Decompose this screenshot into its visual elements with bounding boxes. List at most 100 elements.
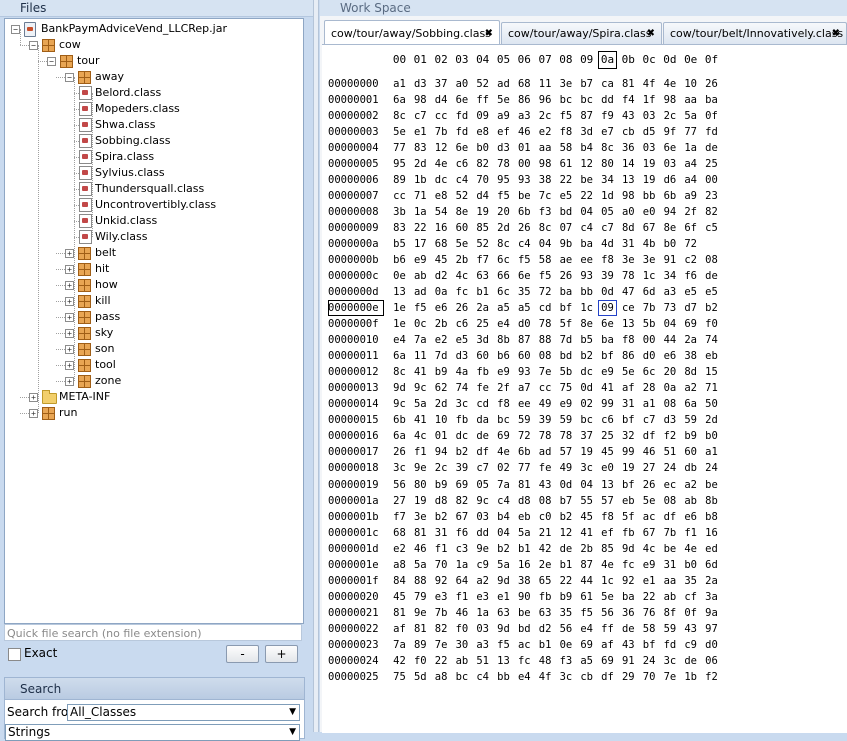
hex-byte-cell[interactable]: c5 [702,220,721,236]
search-type-select[interactable]: Strings ▼ [5,724,300,741]
hex-byte-cell[interactable]: f8 [619,332,638,348]
hex-byte-cell[interactable]: 77 [390,140,409,156]
hex-byte-cell[interactable]: 74 [452,380,471,396]
hex-byte-cell[interactable]: eb [515,509,534,525]
hex-byte-cell[interactable]: 58 [536,252,555,268]
hex-byte-cell[interactable]: e6 [432,300,451,316]
hex-byte-cell[interactable]: 99 [619,444,638,460]
hex-byte-cell[interactable]: b9 [432,364,451,380]
hex-byte-cell[interactable]: 90 [515,589,534,605]
hex-byte-cell[interactable]: 4e [681,541,700,557]
hex-byte-cell[interactable]: 6e [452,140,471,156]
hex-byte-cell[interactable]: 81 [411,621,430,637]
hex-byte-cell[interactable]: b4 [494,509,513,525]
hex-byte-cell[interactable]: d4 [473,188,492,204]
expand-button[interactable]: + [265,645,298,663]
hex-byte-cell[interactable]: 25 [598,428,617,444]
hex-byte-cell[interactable]: e4 [494,316,513,332]
hex-byte-cell[interactable]: 69 [577,637,596,653]
hex-byte-cell[interactable]: 82 [452,493,471,509]
hex-byte-cell[interactable]: bd [556,348,575,364]
hex-byte-cell[interactable]: 6d [702,557,721,573]
hex-byte-cell[interactable]: 61 [556,156,575,172]
hex-byte-cell[interactable]: 75 [556,380,575,396]
hex-byte-cell[interactable]: ad [536,444,555,460]
hex-byte-cell[interactable]: 1b [681,669,700,685]
hex-byte-cell[interactable]: b6 [390,252,409,268]
hex-byte-cell[interactable]: b2 [432,509,451,525]
expand-toggle-icon[interactable]: + [65,361,74,370]
hex-byte-cell[interactable]: 9d [390,380,409,396]
hex-byte-cell[interactable]: bf [640,637,659,653]
hex-byte-cell[interactable]: 5b [556,364,575,380]
exact-checkbox[interactable] [8,648,21,661]
hex-byte-cell[interactable]: de [681,653,700,669]
hex-byte-cell[interactable]: 2c [536,108,555,124]
hex-byte-cell[interactable]: 59 [515,412,534,428]
tree-item-away[interactable]: − away [5,69,301,85]
tree-item-tool[interactable]: + tool [5,357,301,373]
hex-byte-cell[interactable]: 87 [577,108,596,124]
hex-byte-cell[interactable]: 6d [640,284,659,300]
hex-byte-cell[interactable]: 35 [681,573,700,589]
hex-byte-cell[interactable]: da [473,412,492,428]
hex-byte-cell[interactable]: 10 [681,76,700,92]
hex-row-offset[interactable]: 00000011 [328,348,384,364]
hex-byte-cell[interactable]: 8c [536,220,555,236]
hex-byte-cell[interactable]: fb [452,412,471,428]
hex-byte-cell[interactable]: 03 [473,509,492,525]
hex-byte-cell[interactable]: cb [577,669,596,685]
hex-byte-cell[interactable]: 43 [619,108,638,124]
hex-byte-cell[interactable]: 7e [432,637,451,653]
hex-byte-cell[interactable]: ab [660,589,679,605]
search-from-select[interactable]: All_Classes ▼ [67,704,300,721]
hex-byte-cell[interactable]: 3c [390,460,409,476]
hex-row-offset[interactable]: 00000007 [328,188,384,204]
hex-byte-cell[interactable]: 7c [536,188,555,204]
hex-byte-cell[interactable]: 3d [473,332,492,348]
hex-byte-cell[interactable]: e3 [473,589,492,605]
hex-byte-cell[interactable]: e8 [432,188,451,204]
hex-byte-cell[interactable]: 01 [432,428,451,444]
hex-byte-cell[interactable]: 45 [432,252,451,268]
hex-byte-cell[interactable]: ab [452,653,471,669]
hex-row-offset[interactable]: 00000010 [328,332,384,348]
hex-byte-cell[interactable]: af [619,380,638,396]
hex-byte-cell[interactable]: 67 [640,525,659,541]
hex-byte-cell[interactable]: 5d [411,669,430,685]
hex-byte-cell[interactable]: 1e [390,316,409,332]
hex-byte-cell[interactable]: b5 [577,332,596,348]
hex-byte-cell[interactable]: 98 [536,156,555,172]
hex-byte-cell[interactable]: d3 [660,412,679,428]
hex-byte-cell[interactable]: 8c [390,108,409,124]
hex-byte-cell[interactable]: 1a [452,557,471,573]
hex-column-header[interactable]: 04 [473,51,492,69]
hex-byte-cell[interactable]: bc [577,412,596,428]
hex-byte-cell[interactable]: 77 [515,460,534,476]
hex-byte-cell[interactable]: 98 [411,92,430,108]
hex-byte-cell[interactable]: 0a [660,380,679,396]
tree-item-hit[interactable]: + hit [5,261,301,277]
hex-byte-cell[interactable]: bf [556,300,575,316]
hex-byte-cell[interactable]: eb [619,493,638,509]
hex-byte-cell[interactable]: 01 [515,140,534,156]
hex-column-header[interactable]: 0e [681,51,700,69]
hex-byte-cell[interactable]: fc [452,284,471,300]
hex-byte-cell[interactable]: a2 [681,477,700,493]
hex-byte-cell[interactable]: 78 [536,428,555,444]
hex-byte-cell[interactable]: 04 [577,477,596,493]
hex-byte-cell[interactable]: 92 [432,573,451,589]
hex-byte-cell[interactable]: e1 [411,124,430,140]
hex-byte-cell[interactable]: 5f [556,316,575,332]
hex-byte-cell[interactable]: 6b [515,204,534,220]
hex-byte-cell[interactable]: fd [452,108,471,124]
hex-byte-cell[interactable]: e9 [556,396,575,412]
expand-toggle-icon[interactable]: + [29,409,38,418]
hex-byte-cell[interactable]: fb [536,589,555,605]
hex-byte-cell[interactable]: f8 [598,252,617,268]
hex-byte-cell[interactable]: f8 [494,396,513,412]
hex-row-offset[interactable]: 00000017 [328,444,384,460]
file-tree[interactable]: − BankPaymAdviceVend_LLCRep.jar − cow − tour −… [4,18,304,624]
hex-column-header[interactable]: 06 [515,51,534,69]
tree-item-sky[interactable]: + sky [5,325,301,341]
